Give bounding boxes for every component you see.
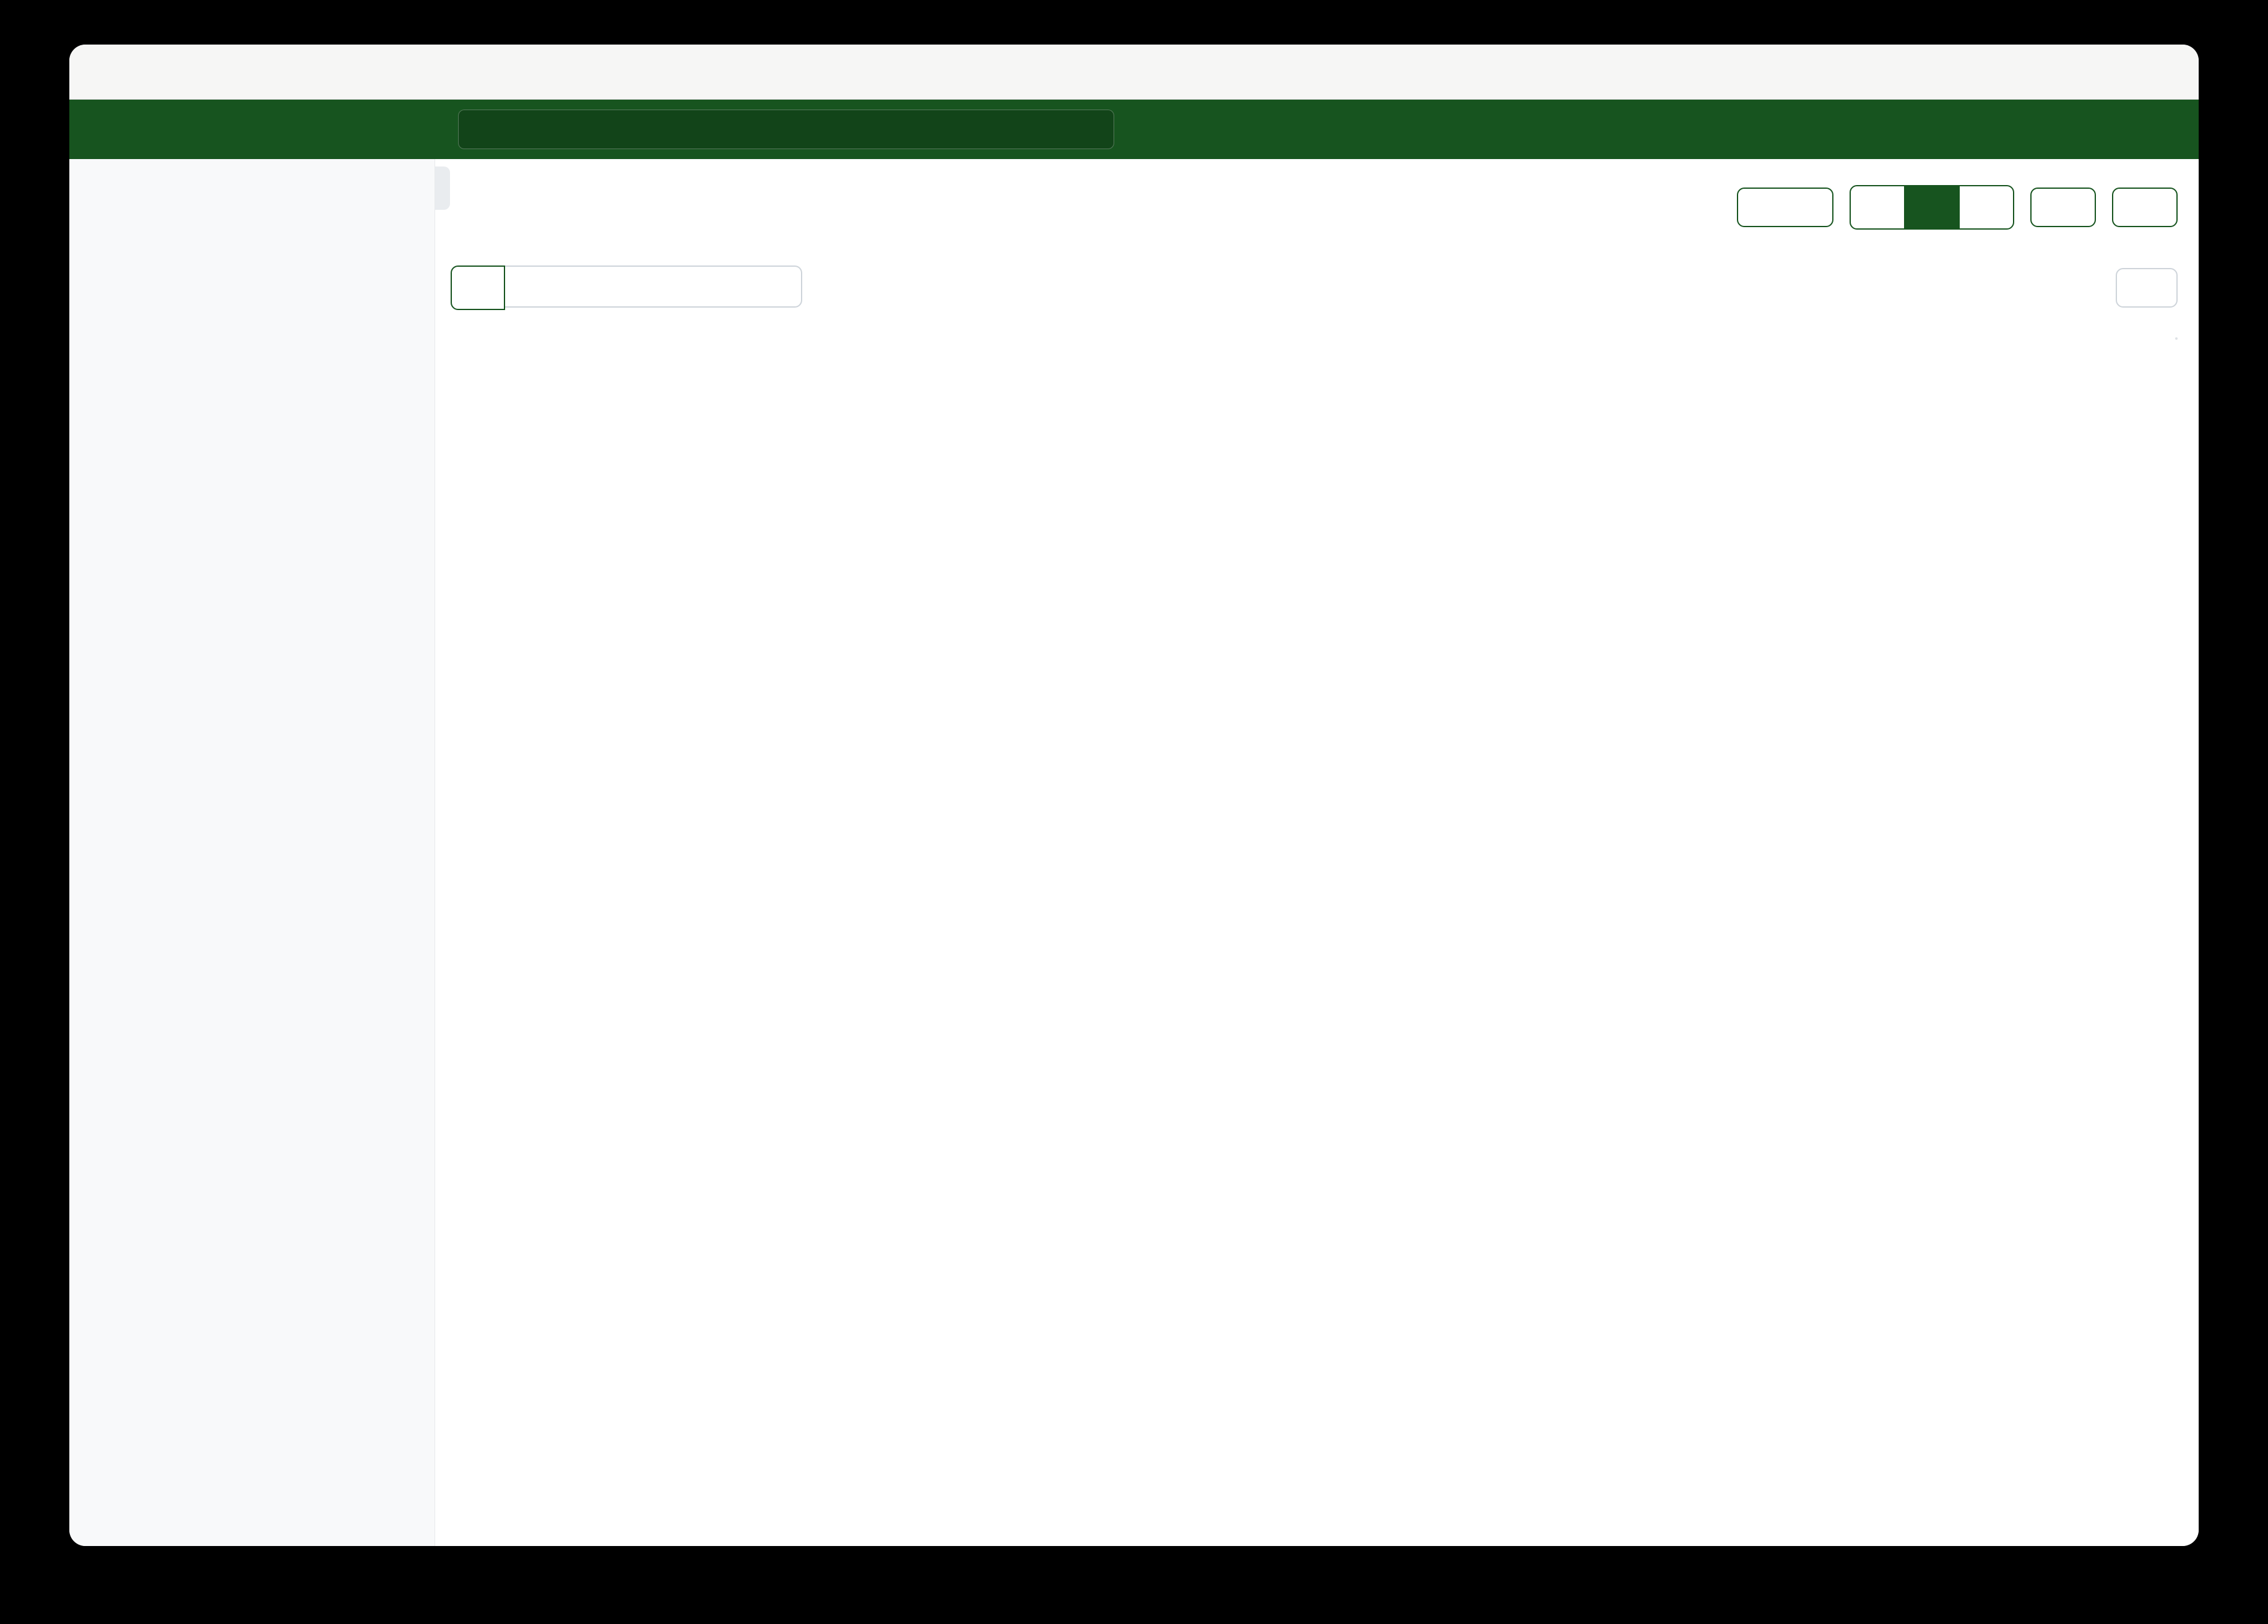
minimize-window-button[interactable] [123,64,139,80]
forward-icon[interactable] [249,61,271,82]
view-toggle-group [1850,185,2014,230]
user-menu[interactable] [2105,111,2169,147]
leaf-logo-icon [94,116,121,143]
close-window-button[interactable] [92,64,108,80]
sort-button[interactable] [2030,188,2096,227]
back-icon[interactable] [202,61,223,82]
app-navbar [69,100,2199,159]
select-button[interactable] [1737,188,1833,227]
filter-field-button[interactable] [451,266,505,310]
chevron-down-icon [2150,120,2169,139]
main-content [435,159,2199,1546]
avatar-icon [2105,111,2140,147]
traffic-lights [92,64,170,80]
chevron-down-icon [474,280,490,296]
chevron-double-left-icon [435,179,444,197]
search-icon [471,119,490,139]
close-icon [2133,279,2152,297]
question-circle-icon [99,1485,121,1508]
chevron-down-icon [2139,197,2160,218]
select-list-icon [1754,197,1775,218]
views-button[interactable] [2112,188,2178,227]
sidebar [69,159,435,1546]
list-view-icon [1866,196,1889,219]
search-input[interactable] [500,118,1101,140]
sidebar-collapse-button[interactable] [435,166,450,210]
view-grid-button[interactable] [1904,186,1959,228]
pagination [2175,337,2178,340]
reset-filters-button[interactable] [2116,268,2178,308]
filter-text-input[interactable] [505,266,802,308]
app-window [69,45,2199,1546]
view-cards-button[interactable] [1959,186,2013,228]
zoom-window-button[interactable] [154,64,170,80]
grid-view-icon [1920,196,1944,219]
chevron-down-icon [1795,197,1816,218]
sidebar-item-documentation[interactable] [99,1485,435,1508]
share-icon[interactable] [2145,59,2170,84]
chevron-down-icon [2058,197,2079,218]
titlebar [69,45,2199,100]
brand[interactable] [94,116,135,143]
card-view-icon [1975,196,1998,219]
global-search[interactable] [458,110,1114,149]
view-list-button[interactable] [1851,186,1904,228]
